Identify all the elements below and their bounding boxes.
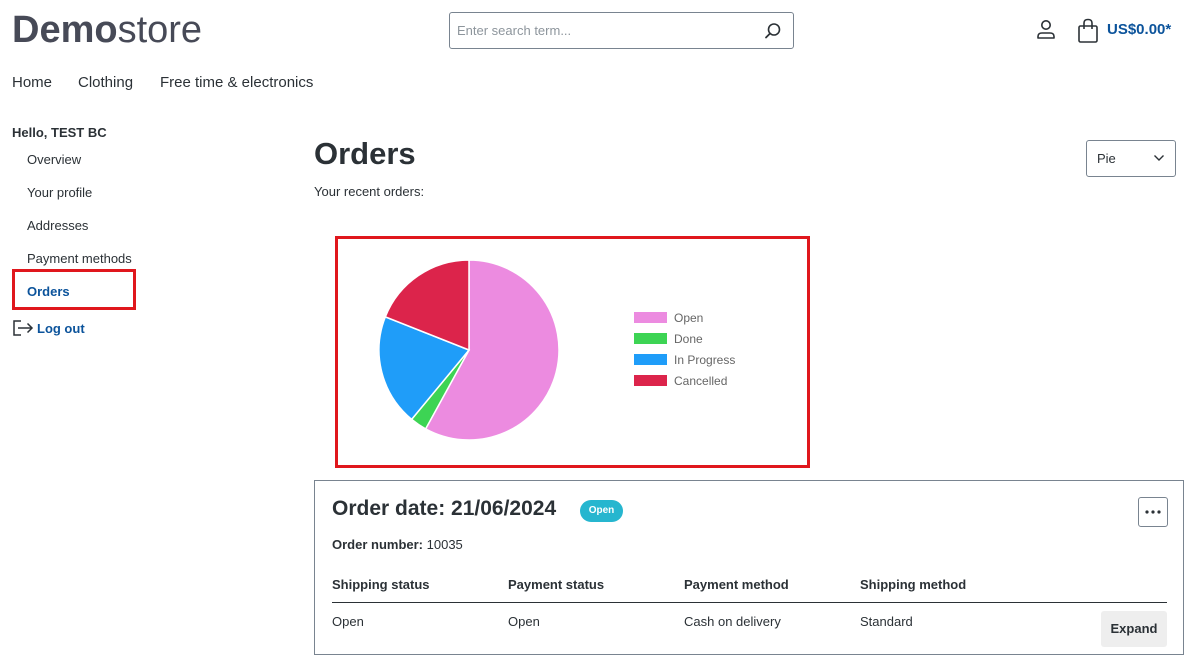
legend-swatch-cancelled[interactable] xyxy=(634,375,667,386)
orders-highlight-box xyxy=(12,269,136,310)
search-button[interactable] xyxy=(761,19,785,43)
search-icon xyxy=(765,23,781,39)
user-icon xyxy=(1037,20,1055,39)
account-button[interactable] xyxy=(1034,18,1058,42)
order-date: Order date: 21/06/2024 xyxy=(332,497,557,520)
status-badge: Open xyxy=(580,500,623,522)
shipping-status-value: Open xyxy=(332,614,364,629)
sidebar-item-payment-methods[interactable]: Payment methods xyxy=(27,251,132,266)
more-options-icon xyxy=(1145,510,1161,514)
sidebar-item-your-profile[interactable]: Your profile xyxy=(27,185,92,200)
logout-icon xyxy=(13,320,34,336)
nav-item-home[interactable]: Home xyxy=(12,74,52,91)
chart-type-value: Pie xyxy=(1097,151,1116,166)
cart-button[interactable] xyxy=(1076,18,1100,44)
order-actions-button[interactable] xyxy=(1138,497,1168,527)
legend-label-in-progress[interactable]: In Progress xyxy=(674,353,735,367)
order-number-label: Order number: xyxy=(332,537,424,552)
legend-swatch-open[interactable] xyxy=(634,312,667,323)
shipping-method-header: Shipping method xyxy=(860,577,967,592)
shipping-status-header: Shipping status xyxy=(332,577,430,592)
legend-swatch-done[interactable] xyxy=(634,333,667,344)
sidebar-item-addresses[interactable]: Addresses xyxy=(27,218,88,233)
nav-item-free-time-electronics[interactable]: Free time & electronics xyxy=(160,74,313,91)
nav-item-clothing[interactable]: Clothing xyxy=(78,74,133,91)
cart-total[interactable]: US$0.00* xyxy=(1107,21,1171,38)
logo-light-text: store xyxy=(117,9,203,51)
payment-status-value: Open xyxy=(508,614,540,629)
legend-label-done[interactable]: Done xyxy=(674,332,703,346)
shopping-bag-icon xyxy=(1078,18,1098,43)
orders-pie-chart: Open Done In Progress Cancelled xyxy=(378,259,735,441)
order-number: Order number: 10035 xyxy=(332,537,463,552)
search-box xyxy=(449,12,794,49)
legend-label-cancelled[interactable]: Cancelled xyxy=(674,374,727,388)
order-number-value: 10035 xyxy=(426,537,463,552)
payment-status-header: Payment status xyxy=(508,577,605,592)
sidebar-item-overview[interactable]: Overview xyxy=(27,152,81,167)
shipping-method-value: Standard xyxy=(860,614,913,629)
logo-bold-text: Demo xyxy=(12,9,118,51)
table-divider xyxy=(332,602,1167,603)
legend-label-open[interactable]: Open xyxy=(674,311,703,325)
logout-label: Log out xyxy=(37,320,85,336)
store-logo[interactable]: Demostore xyxy=(12,8,202,52)
logout-link[interactable]: Log out xyxy=(12,318,85,338)
order-card: Order date: 21/06/2024 Open Order number… xyxy=(314,480,1184,655)
search-input[interactable] xyxy=(450,13,750,48)
account-greeting: Hello, TEST BC xyxy=(12,125,107,140)
recent-orders-caption: Your recent orders: xyxy=(314,184,425,199)
expand-button[interactable]: Expand xyxy=(1101,611,1167,647)
chart-type-select[interactable]: Pie xyxy=(1086,140,1176,177)
payment-method-value: Cash on delivery xyxy=(684,614,781,629)
chevron-down-icon xyxy=(1154,155,1164,161)
payment-method-header: Payment method xyxy=(684,577,789,592)
legend-swatch-in-progress[interactable] xyxy=(634,354,667,365)
page-title: Orders xyxy=(314,136,416,171)
